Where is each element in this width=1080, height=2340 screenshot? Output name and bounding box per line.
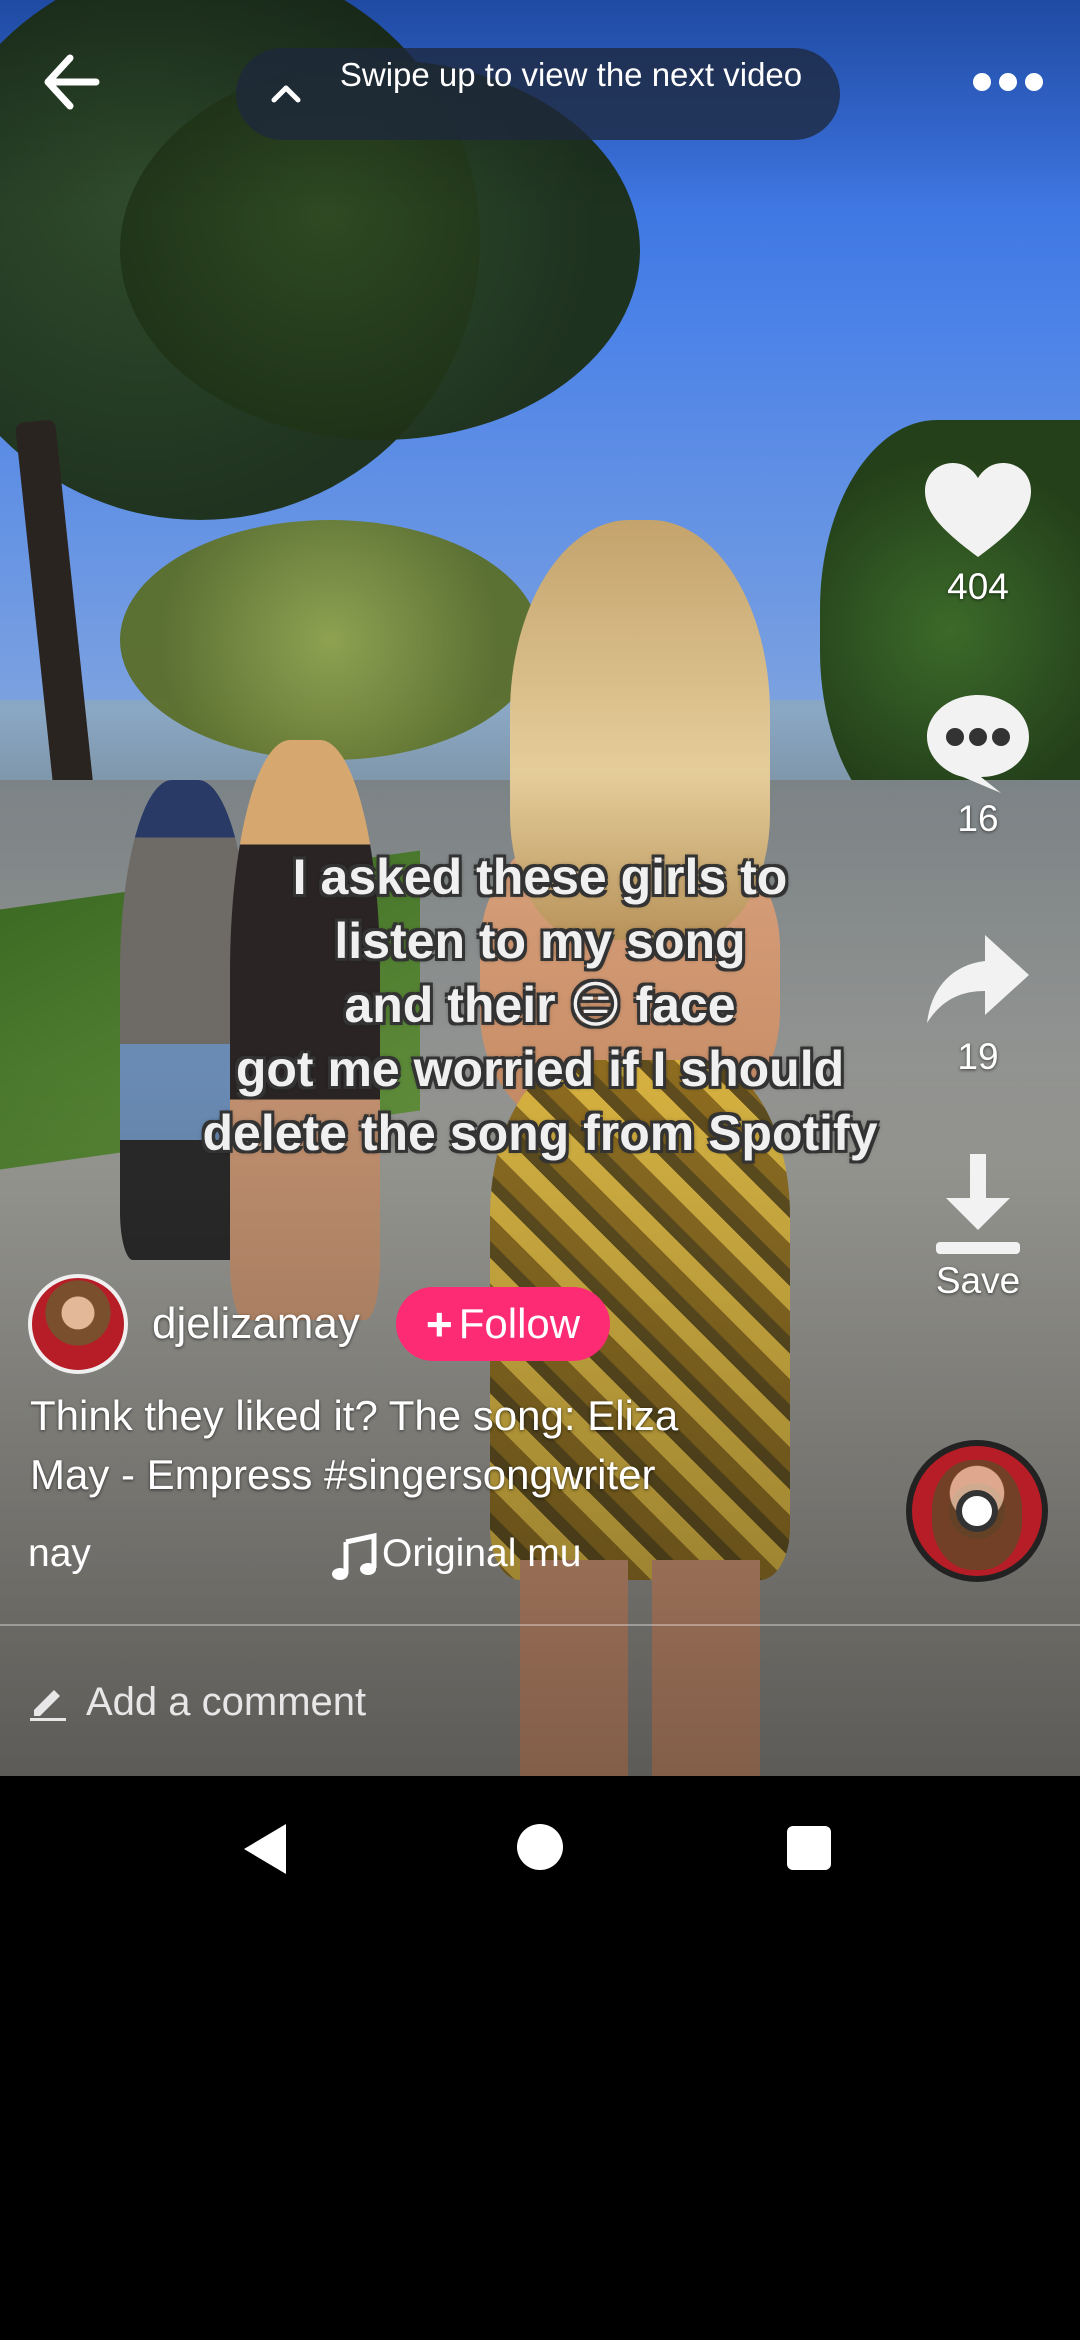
more-icon xyxy=(999,73,1017,91)
like-button[interactable]: 404 xyxy=(918,456,1038,608)
like-count: 404 xyxy=(947,566,1009,607)
video-caption-line: and their 😑 face xyxy=(344,977,736,1033)
music-note-icon xyxy=(330,1532,380,1582)
music-scroll-text: nay xyxy=(28,1532,91,1575)
heart-icon xyxy=(918,456,1038,566)
comment-bubble-icon xyxy=(918,688,1038,798)
comment-count: 16 xyxy=(957,798,999,839)
pencil-icon xyxy=(30,1690,66,1721)
follow-button[interactable]: + Follow xyxy=(395,1287,611,1361)
post-description[interactable]: Think they liked it? The song: Eliza May… xyxy=(30,1386,750,1504)
nav-recents-icon[interactable] xyxy=(787,1826,831,1870)
download-icon xyxy=(918,1150,1038,1260)
share-button[interactable]: 19 xyxy=(918,926,1038,1078)
more-icon xyxy=(1025,73,1043,91)
swipe-hint-text: Swipe up to view the next video xyxy=(339,56,803,93)
username[interactable]: djelizamay xyxy=(152,1299,360,1349)
video-caption: I asked these girls to listen to my song… xyxy=(120,845,960,1165)
swipe-hint-pill[interactable]: Swipe up to view the next video xyxy=(236,48,840,140)
chevron-up-icon xyxy=(266,72,306,112)
disc-center xyxy=(956,1490,998,1532)
share-arrow-icon xyxy=(918,926,1038,1036)
music-marquee[interactable]: nay Original mu xyxy=(0,1528,580,1584)
back-arrow-icon xyxy=(44,54,100,110)
plus-icon: + xyxy=(425,1298,453,1350)
author-row: djelizamay + Follow xyxy=(28,1274,611,1374)
add-comment-placeholder: Add a comment xyxy=(86,1679,367,1724)
system-nav-bar xyxy=(0,1776,1080,1920)
video-caption-line: got me worried if I should xyxy=(235,1041,845,1097)
music-disc[interactable] xyxy=(906,1440,1048,1582)
video-caption-line: listen to my song xyxy=(334,913,746,969)
divider xyxy=(0,1624,1080,1626)
add-comment-field[interactable]: Add a comment xyxy=(28,1672,366,1732)
nav-back-icon xyxy=(244,1824,286,1874)
more-options-button[interactable] xyxy=(960,58,1056,106)
comment-button[interactable]: 16 xyxy=(918,688,1038,840)
share-count: 19 xyxy=(957,1036,999,1077)
video-caption-line: I asked these girls to xyxy=(292,849,788,905)
back-button[interactable] xyxy=(36,44,112,120)
music-title: Original mu xyxy=(382,1532,580,1575)
nav-back-button[interactable] xyxy=(240,1822,290,1876)
video-caption-line: delete the song from Spotify xyxy=(202,1105,878,1161)
follow-label: Follow xyxy=(458,1300,581,1347)
more-icon xyxy=(973,73,991,91)
save-button[interactable]: Save xyxy=(918,1150,1038,1302)
save-label: Save xyxy=(935,1260,1021,1301)
avatar[interactable] xyxy=(28,1274,128,1374)
nav-home-icon[interactable] xyxy=(517,1824,563,1870)
